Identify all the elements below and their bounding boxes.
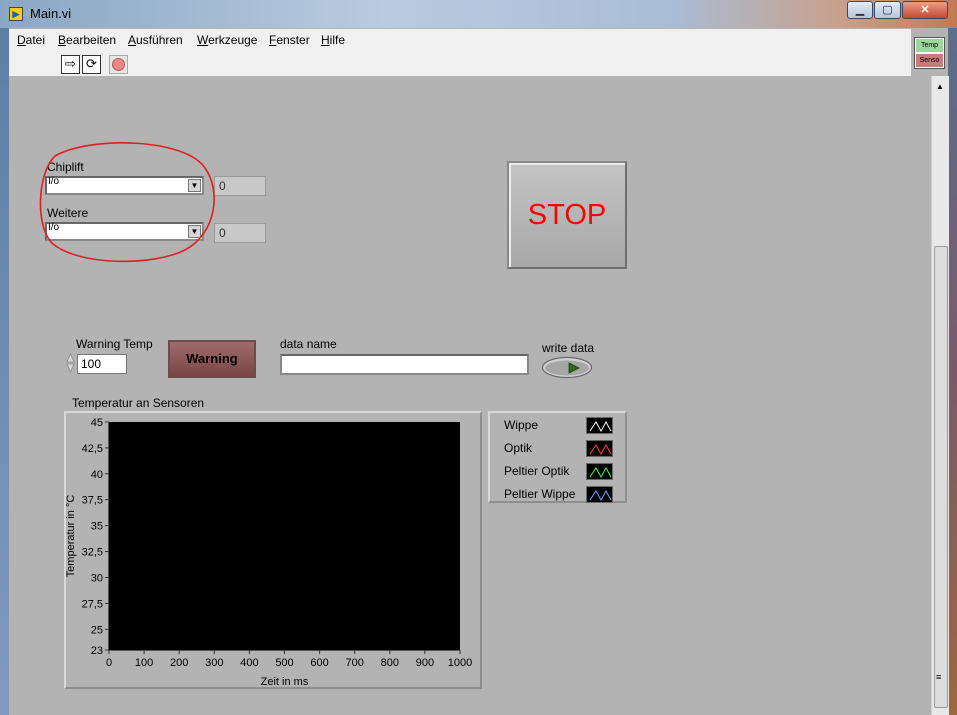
run-arrow-icon[interactable]: ⇨ <box>61 55 80 74</box>
chart-canvas: 45 42,5 40 37,5 35 32,5 30 27,5 25 230 100 200 300 40… <box>66 417 472 687</box>
menu-fenster[interactable]: Fenster <box>269 33 310 47</box>
write-data-label: write data <box>542 341 595 355</box>
annotation-ellipse <box>39 142 215 263</box>
vi-icon[interactable]: Temp Senso <box>914 37 945 69</box>
y-tick-label: 35 <box>91 521 103 533</box>
vi-icon-bottom-text: Senso <box>916 54 943 67</box>
chart-title: Temperatur an Sensoren <box>72 396 205 410</box>
window-border-right <box>948 28 957 715</box>
toolbar: ⇨ ⟳ <box>9 51 911 77</box>
warning-temp-input[interactable]: 100 <box>77 354 127 374</box>
legend-item-optik[interactable]: Optik <box>504 439 627 458</box>
line-sample-icon <box>586 463 613 480</box>
x-tick-label: 400 <box>240 657 258 669</box>
y-tick-label: 30 <box>91 572 103 584</box>
y-tick-label: 23 <box>91 645 103 657</box>
y-tick-label: 37,5 <box>82 495 103 507</box>
weitere-indicator: 0 <box>214 223 266 243</box>
x-tick-label: 500 <box>275 657 293 669</box>
menu-ausfuehren[interactable]: Ausführen <box>128 33 183 47</box>
chiplift-indicator: 0 <box>214 176 266 196</box>
x-tick-label: 800 <box>381 657 399 669</box>
title-bar <box>0 0 957 28</box>
plot-legend[interactable]: Wippe Optik Peltier Optik Peltier Wippe <box>488 411 627 503</box>
run-continuously-icon[interactable]: ⟳ <box>82 55 101 74</box>
minimize-button[interactable]: ▁ <box>847 1 873 19</box>
legend-label: Optik <box>504 441 533 455</box>
maximize-button[interactable]: ▢ <box>874 1 901 19</box>
x-tick-label: 900 <box>416 657 434 669</box>
close-button[interactable]: ✕ <box>902 1 948 19</box>
menu-hilfe[interactable]: Hilfe <box>321 33 345 47</box>
waveform-chart[interactable]: 45 42,5 40 37,5 35 32,5 30 27,5 25 23 0 100 200 300 40… <box>64 411 482 689</box>
menu-bearbeiten[interactable]: Bearbeiten <box>58 33 116 47</box>
x-tick-label: 0 <box>106 657 112 669</box>
y-tick-label: 40 <box>91 469 103 481</box>
legend-label: Wippe <box>504 418 539 432</box>
x-tick-label: 300 <box>205 657 223 669</box>
stop-button[interactable]: STOP <box>507 161 627 269</box>
y-tick-label: 42,5 <box>82 443 103 455</box>
y-tick-label: 27,5 <box>82 598 103 610</box>
scroll-up-icon[interactable]: ▲ <box>936 82 944 91</box>
line-sample-icon <box>586 486 613 503</box>
x-tick-label: 200 <box>170 657 188 669</box>
x-tick-label: 100 <box>135 657 153 669</box>
x-tick-label: 700 <box>346 657 364 669</box>
abort-icon[interactable] <box>109 55 128 74</box>
vi-icon-top-text: Temp <box>916 39 943 52</box>
data-name-label: data name <box>280 337 337 351</box>
window-title: Main.vi <box>30 6 72 21</box>
plot-area <box>109 422 460 650</box>
warning-temp-label: Warning Temp <box>76 337 153 351</box>
x-axis-label: Zeit in ms <box>261 676 309 687</box>
y-tick-label: 25 <box>91 624 103 636</box>
menu-bar: Datei Bearbeiten Ausführen Werkzeuge Fen… <box>9 29 911 52</box>
labview-app-icon[interactable]: ▶ <box>9 7 23 21</box>
y-tick-label: 45 <box>91 417 103 429</box>
legend-item-peltier-wippe[interactable]: Peltier Wippe <box>504 485 627 504</box>
line-sample-icon <box>586 440 613 457</box>
write-data-toggle[interactable] <box>541 356 593 379</box>
legend-label: Peltier Wippe <box>504 487 576 501</box>
legend-item-peltier-optik[interactable]: Peltier Optik <box>504 462 627 481</box>
data-name-input[interactable] <box>280 354 529 375</box>
menu-datei[interactable]: Datei <box>17 33 45 47</box>
legend-item-wippe[interactable]: Wippe <box>504 416 627 435</box>
x-tick-label: 1000 <box>448 657 472 669</box>
window-border-left <box>0 28 9 715</box>
increment-decrement-icon[interactable] <box>66 352 75 374</box>
scroll-grip-icon: ≡ <box>936 672 942 682</box>
y-tick-label: 32,5 <box>82 547 103 559</box>
menu-werkzeuge[interactable]: Werkzeuge <box>197 33 257 47</box>
vertical-scrollbar[interactable]: ▲ ≡ <box>931 76 949 715</box>
scrollbar-thumb[interactable] <box>934 246 948 708</box>
line-sample-icon <box>586 417 613 434</box>
warning-indicator: Warning <box>168 340 256 378</box>
y-axis-label: Temperatur in °C <box>66 495 77 578</box>
legend-label: Peltier Optik <box>504 464 570 478</box>
x-tick-label: 600 <box>310 657 328 669</box>
